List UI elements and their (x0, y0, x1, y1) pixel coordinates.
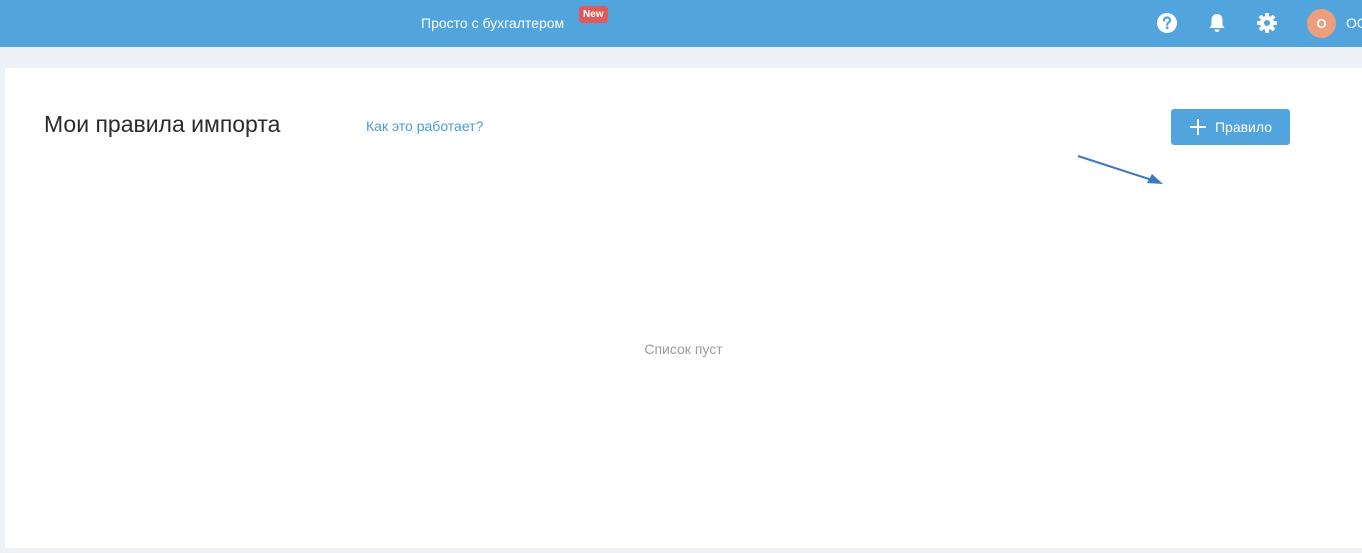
empty-list-message: Список пуст (644, 341, 723, 357)
gear-icon[interactable] (1255, 11, 1279, 35)
main-panel: Мои правила импорта Как это работает? Пр… (5, 68, 1362, 548)
how-it-works-link[interactable]: Как это работает? (366, 117, 483, 135)
bell-icon[interactable] (1205, 11, 1229, 35)
top-bar: Просто с бухгалтером New О О (0, 0, 1362, 47)
page-title: Мои правила импорта (44, 111, 281, 137)
promo-link[interactable]: Просто с бухгалтером (421, 14, 564, 32)
avatar[interactable]: О (1307, 9, 1336, 38)
arrow-annotation-icon (1077, 155, 1163, 184)
add-rule-label: Правило (1214, 119, 1272, 135)
new-badge: New (579, 6, 608, 23)
help-icon[interactable] (1155, 11, 1179, 35)
user-name[interactable]: ОО (1346, 14, 1362, 32)
plus-icon (1189, 118, 1207, 136)
add-rule-button[interactable]: Правило (1171, 109, 1290, 145)
